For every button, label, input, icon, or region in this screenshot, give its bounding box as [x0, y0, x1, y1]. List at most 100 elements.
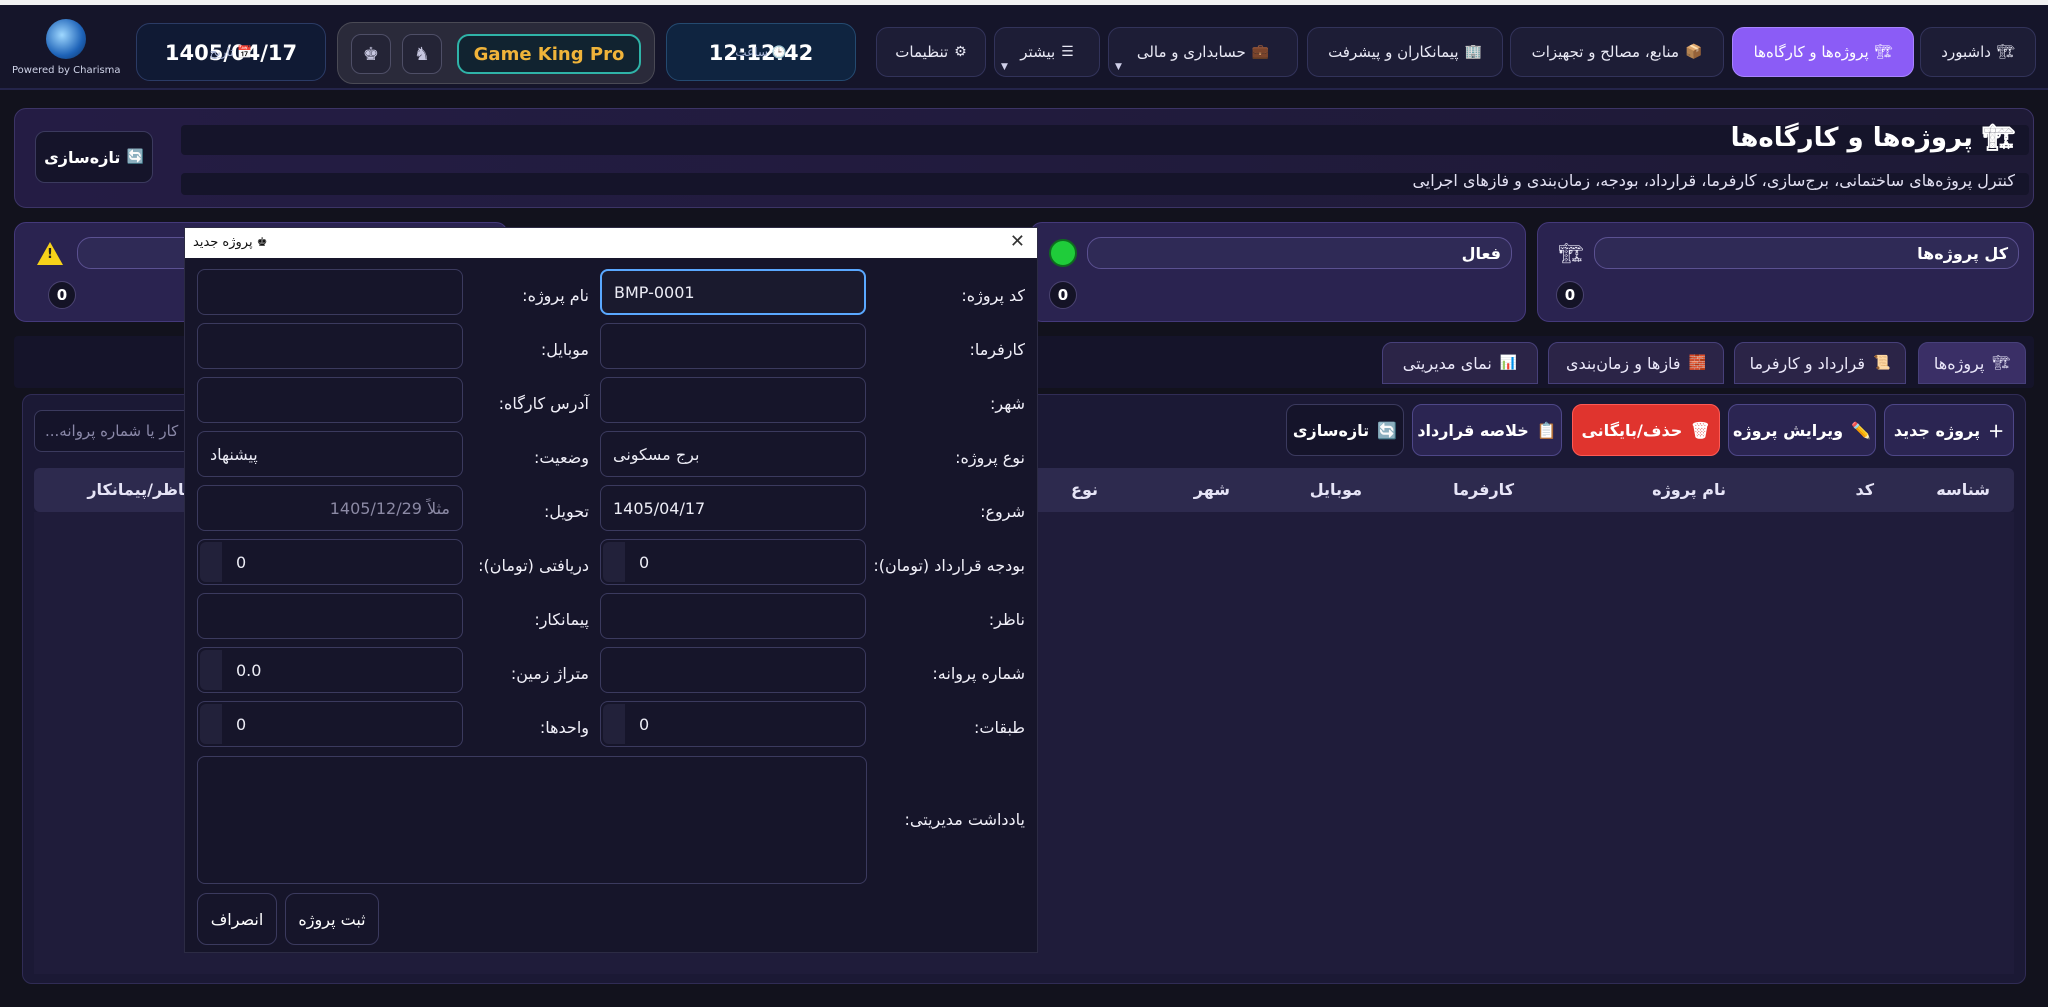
trash-icon: 🗑 [1690, 420, 1711, 440]
page-title: 🏗 پروژه‌ها و کارگاه‌ها [1731, 123, 2015, 153]
column-header-id[interactable]: شناسه [1936, 480, 1990, 499]
tab-label: نمای مدیریتی [1402, 353, 1492, 373]
chevron-down-icon: ▼ [1001, 62, 1008, 72]
site-address-input[interactable] [197, 377, 463, 423]
building-icon: 🏢 [1464, 44, 1482, 60]
label-site-address: آدرس کارگاه: [498, 394, 589, 413]
stat-card-total-projects: کل پروژه‌ها 🏗 0 [1537, 222, 2034, 322]
nav-label: بیشتر [1020, 43, 1056, 61]
contractor-input[interactable] [197, 593, 463, 639]
stat-value: 0 [1556, 281, 1584, 309]
label-units: واحدها: [539, 718, 589, 737]
clipboard-icon: 📋 [1536, 420, 1557, 440]
label-floors: طبقات: [974, 718, 1025, 737]
delivery-date-input[interactable]: مثلاً 1405/12/29 [197, 485, 463, 531]
button-label: حذف/بایگانی [1581, 420, 1683, 440]
nav-more[interactable]: ☰ بیشتر ▼ [994, 27, 1100, 77]
save-project-button[interactable]: ثبت پروژه [285, 893, 379, 945]
chess-king-icon[interactable]: ♚ [351, 34, 391, 74]
column-header-code[interactable]: کد [1855, 480, 1874, 499]
land-area-input[interactable]: 0.0 [197, 647, 463, 693]
edit-project-button[interactable]: ✏️ ویرایش پروژه [1728, 404, 1876, 456]
menu-icon: ☰ [1061, 44, 1074, 60]
powered-by-text: Powered by Charisma [12, 65, 121, 76]
nav-accounting[interactable]: 💼 حسابداری و مالی ▼ [1108, 27, 1298, 77]
label-city: شهر: [990, 394, 1025, 413]
label-project-code: کد پروژه: [961, 286, 1025, 305]
box-icon: 📦 [1685, 44, 1703, 60]
app-small-icon: ♚ [256, 235, 268, 249]
nav-resources[interactable]: 📦 منابع، مصالح و تجهیزات [1510, 27, 1724, 77]
app-logo: Powered by Charisma [12, 19, 121, 81]
tab-management-view[interactable]: 📊 نمای مدیریتی [1382, 342, 1538, 384]
start-date-input[interactable]: 1405/04/17 [600, 485, 866, 531]
refresh-label: تازه‌سازی [44, 147, 121, 167]
nav-projects[interactable]: 🏗 پروژه‌ها و کارگاه‌ها [1732, 27, 1914, 77]
top-navigation-bar: Powered by Charisma 📅 تاریخ 1405/04/17 ♚… [0, 5, 2048, 90]
contract-budget-input[interactable]: 0 [600, 539, 866, 585]
permit-number-input[interactable] [600, 647, 866, 693]
stat-name: فعال [1087, 237, 1512, 269]
button-label: تازه‌سازی [1292, 420, 1370, 440]
project-type-input[interactable]: برج مسکونی [600, 431, 866, 477]
refresh-button[interactable]: 🔄 تازه‌سازی [1286, 404, 1404, 456]
nav-settings[interactable]: ⚙ تنظیمات [876, 27, 986, 77]
page-title-text: پروژه‌ها و کارگاه‌ها [1730, 123, 1973, 153]
column-header-city[interactable]: شهر [1194, 480, 1230, 499]
status-select[interactable]: پیشنهاد [197, 431, 463, 477]
briefcase-icon: 💼 [1251, 44, 1270, 60]
project-code-input[interactable]: BMP-0001 [600, 269, 866, 315]
floors-input[interactable]: 0 [600, 701, 866, 747]
column-header-employer[interactable]: کارفرما [1453, 480, 1514, 499]
dialog-title-bar: ♚ پروژه جدید ✕ [185, 228, 1037, 258]
crane-icon: 🏗 [1996, 44, 2015, 60]
tab-contract-employer[interactable]: 📜 قرارداد و کارفرما [1734, 342, 1906, 384]
button-label: ویرایش پروژه [1732, 420, 1844, 440]
label-status: وضعیت: [534, 448, 589, 467]
city-input[interactable] [600, 377, 866, 423]
label-received: دریافتی (تومان): [478, 556, 589, 575]
delete-archive-button[interactable]: 🗑 حذف/بایگانی [1572, 404, 1720, 456]
label-supervisor: ناظر: [988, 610, 1025, 629]
label-permit-number: شماره پروانه: [932, 664, 1025, 683]
project-name-input[interactable] [197, 269, 463, 315]
column-header-project-name[interactable]: نام پروژه [1652, 480, 1726, 499]
employer-input[interactable] [600, 323, 866, 369]
supervisor-input[interactable] [600, 593, 866, 639]
pencil-icon: ✏️ [1851, 420, 1872, 440]
header-refresh-button[interactable]: 🔄 تازه‌سازی [35, 131, 153, 183]
button-label: خلاصه قرارداد [1417, 420, 1529, 440]
management-note-textarea[interactable] [197, 756, 867, 884]
nav-contractors[interactable]: 🏢 پیمانکاران و پیشرفت [1307, 27, 1503, 77]
column-header-supervisor-contractor[interactable]: ناظر/پیمانکار [87, 480, 190, 499]
mobile-input[interactable] [197, 323, 463, 369]
nav-dashboard[interactable]: 🏗 داشبورد [1920, 27, 2036, 77]
label-management-note: یادداشت مدیریتی: [904, 810, 1025, 829]
column-header-type[interactable]: نوع [1071, 480, 1098, 499]
crane-icon: 🏗 [1992, 355, 2011, 371]
nav-label: داشبورد [1941, 43, 1991, 61]
label-project-name: نام پروژه: [522, 286, 589, 305]
chart-icon: 📊 [1499, 355, 1518, 371]
new-project-button[interactable]: ＋ پروژه جدید [1884, 404, 2014, 456]
stat-name: کل پروژه‌ها [1594, 237, 2019, 269]
tab-label: قرارداد و کارفرما [1749, 353, 1865, 373]
game-king-pro-button[interactable]: Game King Pro [457, 34, 641, 74]
button-label: پروژه جدید [1893, 420, 1981, 440]
date-display: 📅 تاریخ 1405/04/17 [136, 23, 326, 81]
tab-label: پروژه‌ها [1933, 353, 1985, 373]
game-king-widget: ♚ ♞ Game King Pro [337, 22, 655, 84]
close-icon[interactable]: ✕ [1010, 231, 1025, 252]
received-amount-input[interactable]: 0 [197, 539, 463, 585]
crane-icon: 🏗 [1558, 241, 1584, 265]
cancel-button[interactable]: انصراف [197, 893, 277, 945]
plus-icon: ＋ [1988, 422, 2005, 441]
column-header-mobile[interactable]: موبایل [1310, 480, 1362, 499]
label-start: شروع: [980, 502, 1025, 521]
tab-projects[interactable]: 🏗 پروژه‌ها [1918, 342, 2026, 384]
contract-summary-button[interactable]: 📋 خلاصه قرارداد [1412, 404, 1562, 456]
dialog-title: ♚ پروژه جدید [193, 235, 268, 250]
units-input[interactable]: 0 [197, 701, 463, 747]
tab-phases-schedule[interactable]: 🧱 فازها و زمان‌بندی [1548, 342, 1724, 384]
chess-piece-icon[interactable]: ♞ [402, 34, 442, 74]
